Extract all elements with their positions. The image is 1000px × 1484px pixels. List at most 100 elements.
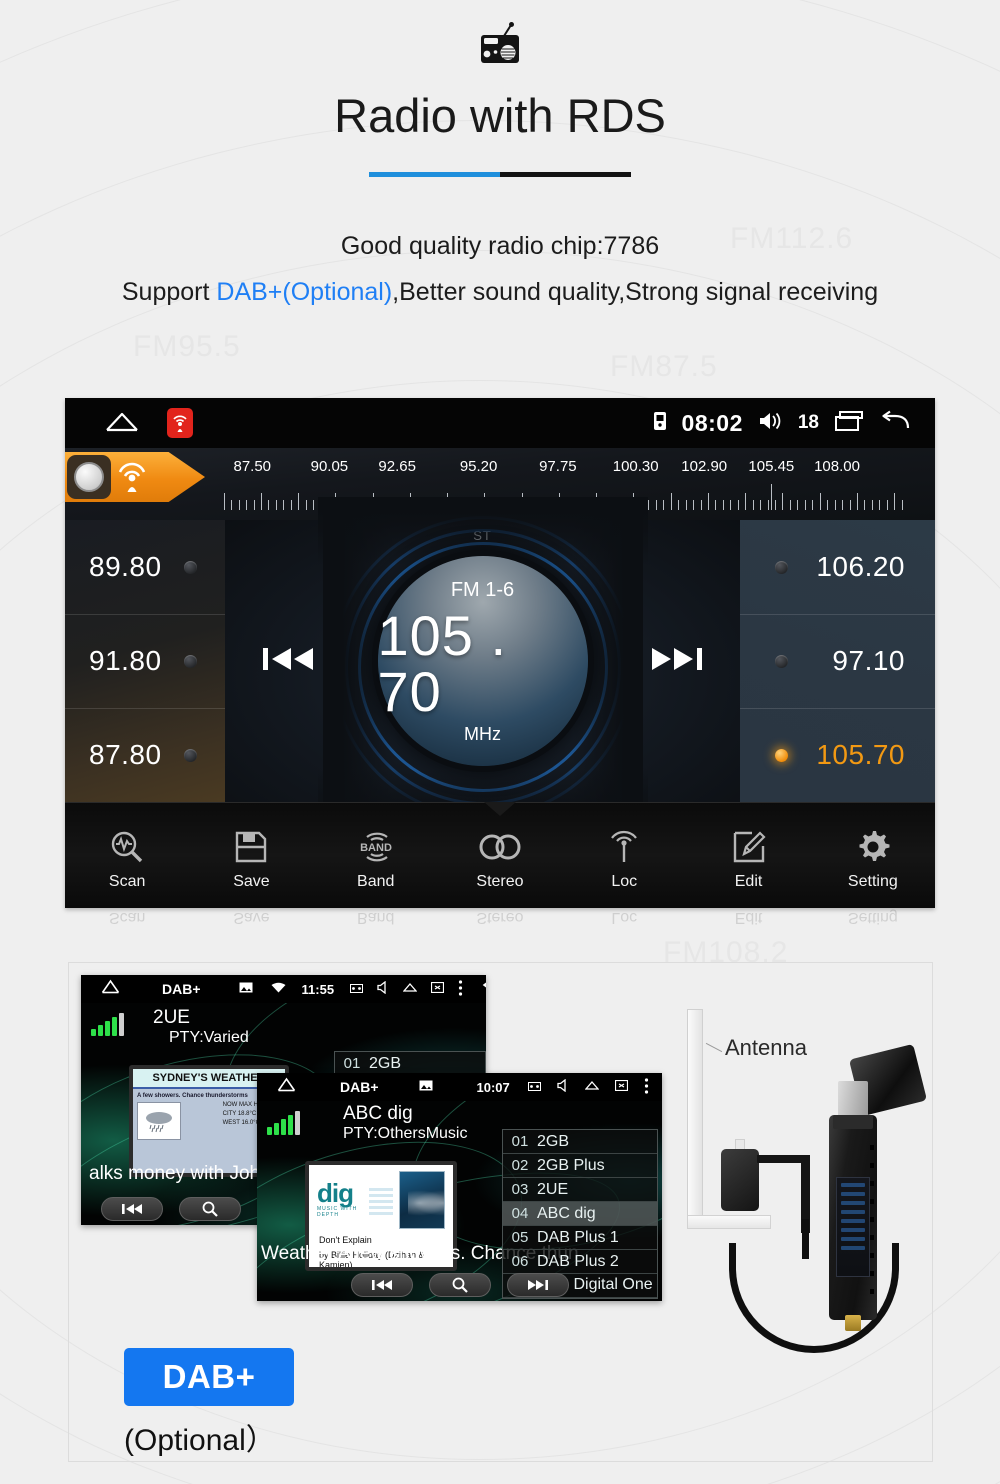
- hardware-illustration: Antenna: [669, 1003, 928, 1353]
- mute-icon[interactable]: [557, 1078, 569, 1095]
- recents-icon[interactable]: [834, 410, 864, 437]
- preset-button[interactable]: 91.80: [65, 614, 225, 708]
- list-item[interactable]: 05 DAB Plus 1: [503, 1226, 657, 1250]
- chip-description: Good quality radio chip:7786: [340, 231, 660, 260]
- preset-list-left: 89.80 91.80 87.80: [65, 520, 225, 802]
- list-item[interactable]: 02 2GB Plus: [503, 1154, 657, 1178]
- toolbar-label: Loc: [611, 872, 638, 890]
- preset-indicator-dot: [184, 748, 197, 762]
- eject-icon[interactable]: [402, 982, 418, 997]
- preset-frequency: 106.20: [816, 551, 905, 582]
- search-icon[interactable]: [428, 1273, 491, 1297]
- reflection-label: Edit: [734, 909, 763, 926]
- list-item[interactable]: 01 2GB: [503, 1130, 657, 1154]
- toolbar-button-setting[interactable]: Setting: [811, 803, 935, 908]
- signal-bars-icon: [267, 1111, 300, 1135]
- previous-track-icon[interactable]: [350, 1273, 413, 1297]
- preset-indicator-dot: [184, 654, 197, 668]
- dial-frequency: 105 . 70: [377, 604, 508, 723]
- band-icon: BAND: [353, 827, 399, 867]
- station-index: 02: [511, 1157, 529, 1174]
- back-icon[interactable]: [481, 981, 486, 998]
- screen-off-icon[interactable]: [614, 1079, 628, 1094]
- wifi-icon[interactable]: [271, 982, 286, 996]
- image-icon[interactable]: [419, 1080, 433, 1094]
- tuner-needle: [771, 484, 773, 510]
- antenna-label: Antenna: [725, 1035, 807, 1060]
- volume-value: 18: [797, 412, 819, 433]
- toolbar-label: Stereo: [476, 872, 524, 890]
- preset-button[interactable]: 106.20: [740, 520, 935, 614]
- home-icon[interactable]: [101, 979, 120, 999]
- support-description: Support DAB+(Optional),Better sound qual…: [0, 278, 1000, 307]
- preset-indicator-dot: [775, 654, 788, 668]
- mute-icon[interactable]: [377, 980, 389, 997]
- dab1-station-name: 2UE: [153, 1007, 190, 1028]
- more-vert-icon[interactable]: [458, 979, 463, 999]
- list-item-selected[interactable]: 04 ABC dig: [503, 1202, 657, 1226]
- svg-text:BAND: BAND: [360, 842, 392, 854]
- tuner-knob-icon[interactable]: [65, 452, 205, 502]
- stereo-icon: [478, 827, 522, 867]
- list-item[interactable]: 06 DAB Plus 2: [503, 1250, 657, 1274]
- station-index: 01: [343, 1055, 361, 1072]
- next-track-icon[interactable]: [648, 641, 704, 681]
- toolbar-button-stereo[interactable]: Stereo: [438, 803, 562, 908]
- antenna-signal-icon: [605, 827, 643, 867]
- back-icon[interactable]: [879, 410, 911, 437]
- frequency-dial-area: ST FM 1-6 105 . 70 MHz: [225, 496, 740, 837]
- previous-track-icon[interactable]: [101, 1197, 163, 1221]
- toolbar-button-edit[interactable]: Edit: [686, 803, 810, 908]
- tuner-main-area: 89.80 91.80 87.80 ST FM 1-6 105 . 70 MHz…: [65, 496, 935, 837]
- antenna-icon: [687, 1009, 703, 1229]
- preset-button[interactable]: 89.80: [65, 520, 225, 614]
- toolbar-label: Setting: [847, 872, 898, 890]
- toolbar-button-save[interactable]: Save: [189, 803, 313, 908]
- preset-button[interactable]: 97.10: [740, 614, 935, 708]
- next-track-icon[interactable]: [506, 1273, 569, 1297]
- eject-icon[interactable]: [584, 1080, 600, 1095]
- dab1-clock: 11:55: [301, 981, 335, 997]
- preset-indicator-dot: [775, 748, 788, 762]
- preset-button[interactable]: 87.80: [65, 708, 225, 802]
- preset-button-active[interactable]: 105.70: [740, 708, 935, 802]
- home-icon[interactable]: [277, 1077, 296, 1097]
- support-prefix: Support: [121, 277, 217, 306]
- dig-logo-subtitle: MUSIC WITH DEPTH: [317, 1205, 358, 1218]
- cloud-icon: [137, 1102, 181, 1140]
- page-title: Radio with RDS: [334, 89, 666, 142]
- dab1-status-bar: DAB+ 11:55: [81, 975, 486, 1003]
- volume-icon[interactable]: [758, 410, 783, 437]
- album-art: [399, 1171, 445, 1229]
- frequency-dial[interactable]: FM 1-6 105 . 70 MHz: [377, 556, 588, 766]
- more-vert-icon[interactable]: [644, 1077, 649, 1097]
- scale-label: 102.90: [681, 458, 728, 475]
- search-icon[interactable]: [179, 1197, 241, 1221]
- dab2-station-name: ABC dig: [343, 1103, 413, 1124]
- support-suffix: ,Better sound quality,Strong signal rece…: [392, 277, 879, 306]
- screen-off-icon[interactable]: [430, 981, 445, 996]
- android-status-bar: 08:02 18: [65, 398, 935, 448]
- toolbar-button-loc[interactable]: Loc: [562, 803, 686, 908]
- watermark-frequency: FM95.5: [133, 330, 241, 363]
- reflection-label: Stereo: [476, 909, 524, 926]
- checker-pattern-decoration: [368, 1185, 393, 1215]
- radio-head-unit-screenshot: 08:02 18 87.50 90.05 92.65 95.20 97.75 1…: [65, 398, 935, 908]
- radio-app-icon[interactable]: [167, 408, 193, 438]
- scale-label: 92.65: [378, 458, 416, 475]
- station-name: DAB Plus 2: [537, 1252, 619, 1270]
- preset-frequency: 97.10: [832, 645, 905, 676]
- previous-track-icon[interactable]: [261, 641, 317, 681]
- image-icon[interactable]: [239, 982, 253, 996]
- dab-plus-badge: DAB+: [124, 1348, 294, 1406]
- dab1-pty: PTY:Varied: [169, 1029, 249, 1046]
- scale-label: 90.05: [310, 458, 349, 475]
- tuner-scale[interactable]: 87.50 90.05 92.65 95.20 97.75 100.30 102…: [65, 448, 935, 520]
- toolbar-button-band[interactable]: BAND Band: [314, 803, 438, 908]
- toolbar-button-scan[interactable]: Scan: [65, 803, 189, 908]
- preset-indicator-dot: [775, 560, 788, 574]
- list-item[interactable]: 03 2UE: [503, 1178, 657, 1202]
- home-icon[interactable]: [105, 410, 139, 437]
- preset-frequency: 89.80: [89, 551, 162, 582]
- optional-label: (Optional）: [124, 1424, 276, 1457]
